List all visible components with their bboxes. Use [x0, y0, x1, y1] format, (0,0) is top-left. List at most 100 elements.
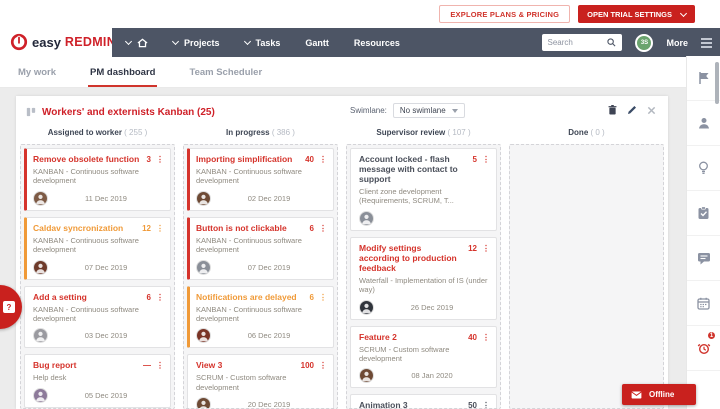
assignee-avatar [359, 368, 374, 383]
sidebar-item-tasks[interactable] [687, 191, 720, 236]
column-count: ( 386 ) [272, 128, 295, 137]
card-title[interactable]: Modify settings according to production … [359, 243, 468, 273]
close-widget-icon[interactable] [647, 106, 656, 115]
right-toolbar: 1 [686, 56, 720, 409]
sidebar-item-users[interactable] [687, 101, 720, 146]
kanban-card[interactable]: Modify settings according to production … [350, 237, 497, 320]
kanban-widget-header: Workers' and externists Kanban (25) Swim… [16, 96, 668, 128]
card-due-date: 26 Dec 2019 [374, 303, 490, 312]
delete-widget-icon[interactable] [608, 105, 617, 115]
kanban-card[interactable]: Bug report — ⋮ Help desk 05 Dec 2019 [24, 354, 171, 407]
card-title[interactable]: Remove obsolete function [33, 154, 147, 164]
column-track[interactable]: Remove obsolete function 3 ⋮ KANBAN - Co… [20, 144, 175, 409]
open-trial-settings-button[interactable]: OPEN TRIAL SETTINGS [578, 5, 695, 23]
kanban-card[interactable]: Account locked - flash message with cont… [350, 148, 497, 231]
card-title[interactable]: Button is not clickable [196, 223, 310, 233]
kanban-card[interactable]: Remove obsolete function 3 ⋮ KANBAN - Co… [24, 148, 171, 211]
card-due-date: 03 Dec 2019 [48, 331, 164, 340]
card-title[interactable]: Bug report [33, 360, 143, 370]
sidebar-item-reminders[interactable]: 1 [687, 326, 720, 371]
card-title[interactable]: Importing simplification [196, 154, 305, 164]
card-menu-icon[interactable]: ⋮ [482, 401, 490, 409]
user-avatar[interactable]: 3S [635, 34, 653, 52]
flag-icon [697, 71, 711, 85]
kanban-card[interactable]: View 3 100 ⋮ SCRUM - Custom software dev… [187, 354, 334, 409]
card-points: 40 [468, 333, 477, 342]
help-icon: ? [3, 301, 15, 313]
edit-widget-icon[interactable] [627, 105, 637, 115]
easy-redmine-logo[interactable]: easy REDMINE [10, 33, 125, 51]
kanban-column: Supervisor review ( 107 ) Account locked… [346, 128, 501, 409]
column-track[interactable] [509, 144, 664, 409]
card-due-date: 11 Dec 2019 [48, 194, 164, 203]
kanban-card[interactable]: Animation 3 50 ⋮ SCRUM - Custom software… [350, 394, 497, 409]
kanban-card[interactable]: Add a setting 6 ⋮ KANBAN - Continuous so… [24, 286, 171, 349]
card-menu-icon[interactable]: ⋮ [319, 293, 327, 302]
card-project: Client zone development (Requirements, S… [359, 187, 490, 206]
card-due-date: 07 Dec 2019 [48, 263, 164, 272]
envelope-icon [631, 391, 642, 399]
search-icon[interactable] [607, 38, 616, 47]
comment-icon [697, 252, 711, 265]
kanban-card[interactable]: Importing simplification 40 ⋮ KANBAN - C… [187, 148, 334, 211]
chevron-down-icon [125, 38, 132, 45]
nav-item-gantt[interactable]: Gantt [305, 38, 329, 48]
card-title[interactable]: Caldav syncronization [33, 223, 142, 233]
card-points: 12 [468, 244, 477, 253]
card-due-date: 06 Dec 2019 [211, 331, 327, 340]
card-menu-icon[interactable]: ⋮ [156, 155, 164, 164]
nav-item-projects[interactable]: Projects [173, 38, 220, 48]
card-menu-icon[interactable]: ⋮ [319, 361, 327, 370]
page-scrollbar-thumb[interactable] [715, 62, 719, 104]
card-title[interactable]: Feature 2 [359, 332, 468, 342]
kanban-widget: Workers' and externists Kanban (25) Swim… [16, 96, 668, 409]
column-title: Done [568, 128, 588, 137]
hamburger-menu-icon[interactable] [701, 38, 712, 48]
card-menu-icon[interactable]: ⋮ [482, 155, 490, 164]
assignee-avatar [33, 328, 48, 343]
swimlane-select[interactable]: No swimlane [393, 103, 465, 118]
card-menu-icon[interactable]: ⋮ [319, 224, 327, 233]
column-track[interactable]: Importing simplification 40 ⋮ KANBAN - C… [183, 144, 338, 409]
sidebar-item-messages[interactable] [687, 236, 720, 281]
sidebar-item-ideas[interactable] [687, 146, 720, 191]
card-title[interactable]: Animation 3 [359, 400, 468, 409]
kanban-card[interactable]: Button is not clickable 6 ⋮ KANBAN - Con… [187, 217, 334, 280]
nav-item-home[interactable] [126, 38, 148, 48]
card-points: 6 [310, 224, 314, 233]
card-menu-icon[interactable]: ⋮ [482, 244, 490, 253]
card-menu-icon[interactable]: ⋮ [156, 361, 164, 370]
explore-plans-button[interactable]: EXPLORE PLANS & PRICING [439, 5, 570, 23]
nav-item-tasks[interactable]: Tasks [245, 38, 281, 48]
column-title: Assigned to worker [48, 128, 122, 137]
sidebar-item-calendar[interactable] [687, 281, 720, 326]
nav-item-resources[interactable]: Resources [354, 38, 400, 48]
alarm-clock-icon [697, 341, 711, 355]
offline-button[interactable]: Offline [622, 384, 696, 405]
kanban-card[interactable]: Caldav syncronization 12 ⋮ KANBAN - Cont… [24, 217, 171, 280]
card-title[interactable]: Account locked - flash message with cont… [359, 154, 473, 184]
card-points: 40 [305, 155, 314, 164]
card-title[interactable]: Notifications are delayed [196, 292, 310, 302]
kanban-card[interactable]: Feature 2 40 ⋮ SCRUM - Custom software d… [350, 326, 497, 389]
search-box [542, 34, 622, 51]
card-points: 50 [468, 401, 477, 409]
card-points: 6 [147, 293, 151, 302]
kanban-card[interactable]: Notifications are delayed 6 ⋮ KANBAN - C… [187, 286, 334, 349]
tab-my-work[interactable]: My work [18, 57, 56, 87]
search-input[interactable] [547, 38, 607, 47]
column-title: Supervisor review [376, 128, 445, 137]
card-menu-icon[interactable]: ⋮ [156, 293, 164, 302]
card-menu-icon[interactable]: ⋮ [319, 155, 327, 164]
assignee-avatar [359, 300, 374, 315]
card-title[interactable]: View 3 [196, 360, 301, 370]
tab-pm-dashboard[interactable]: PM dashboard [90, 57, 155, 87]
card-menu-icon[interactable]: ⋮ [482, 333, 490, 342]
column-track[interactable]: Account locked - flash message with cont… [346, 144, 501, 409]
card-due-date: 05 Dec 2019 [48, 391, 164, 400]
card-title[interactable]: Add a setting [33, 292, 147, 302]
tab-team-scheduler[interactable]: Team Scheduler [189, 57, 262, 87]
kanban-column: In progress ( 386 ) Importing simplifica… [183, 128, 338, 409]
card-menu-icon[interactable]: ⋮ [156, 224, 164, 233]
more-menu[interactable]: More [666, 38, 688, 48]
